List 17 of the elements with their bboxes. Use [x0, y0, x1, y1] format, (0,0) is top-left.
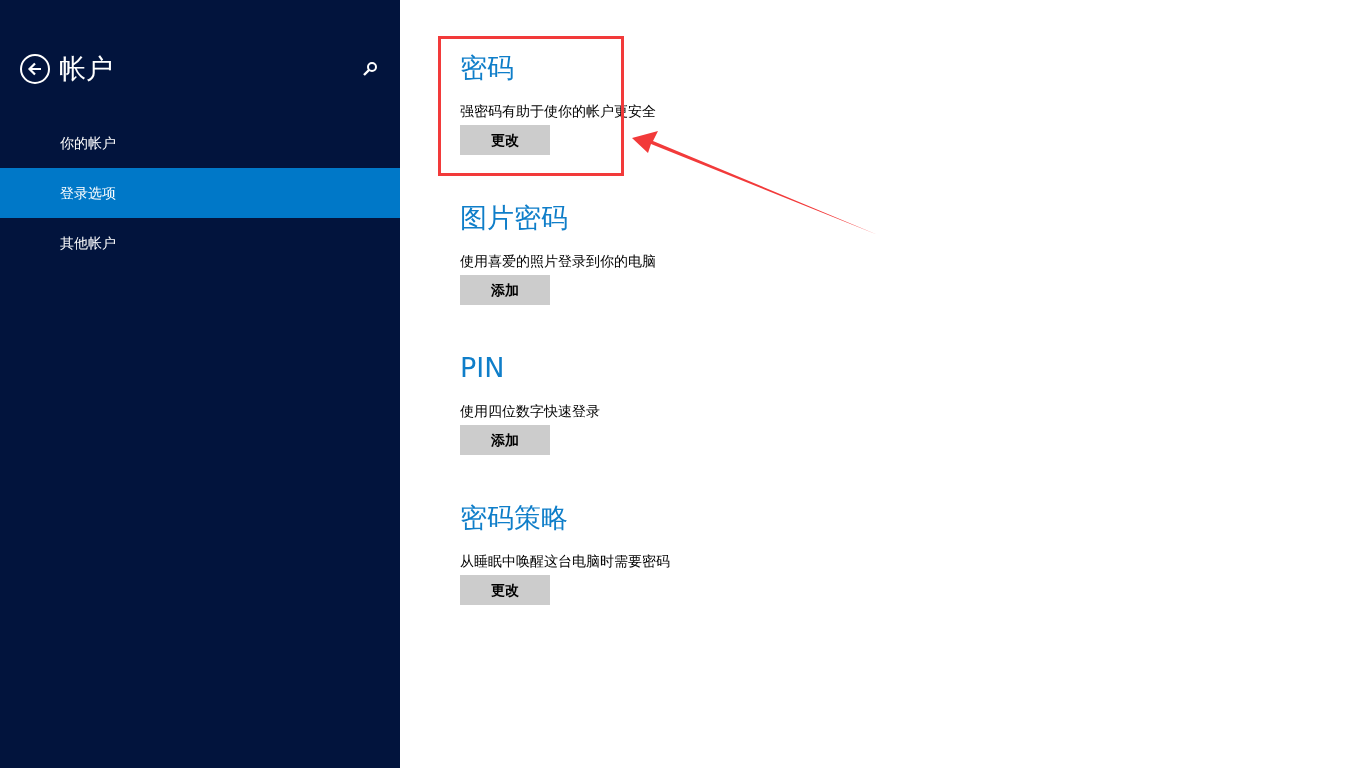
section-description: 使用四位数字快速登录 [460, 402, 601, 420]
search-icon[interactable] [362, 61, 378, 77]
page-title: 帐户 [59, 51, 113, 86]
nav-item[interactable]: 你的帐户 [0, 118, 400, 168]
nav-item[interactable]: 其他帐户 [0, 218, 400, 268]
section-title: 密码 [460, 51, 515, 85]
section-title: 图片密码 [460, 201, 569, 235]
section-button[interactable]: 添加 [460, 425, 550, 455]
section-description: 从睡眠中唤醒这台电脑时需要密码 [460, 552, 670, 570]
section-button[interactable]: 添加 [460, 275, 550, 305]
section-button[interactable]: 更改 [460, 125, 550, 155]
back-icon[interactable] [20, 54, 50, 84]
section-button[interactable]: 更改 [460, 575, 550, 605]
section-title: 密码策略 [460, 501, 569, 535]
section-description: 使用喜爱的照片登录到你的电脑 [460, 252, 657, 270]
nav-item[interactable]: 登录选项 [0, 168, 400, 218]
section-title: PIN [460, 351, 506, 385]
